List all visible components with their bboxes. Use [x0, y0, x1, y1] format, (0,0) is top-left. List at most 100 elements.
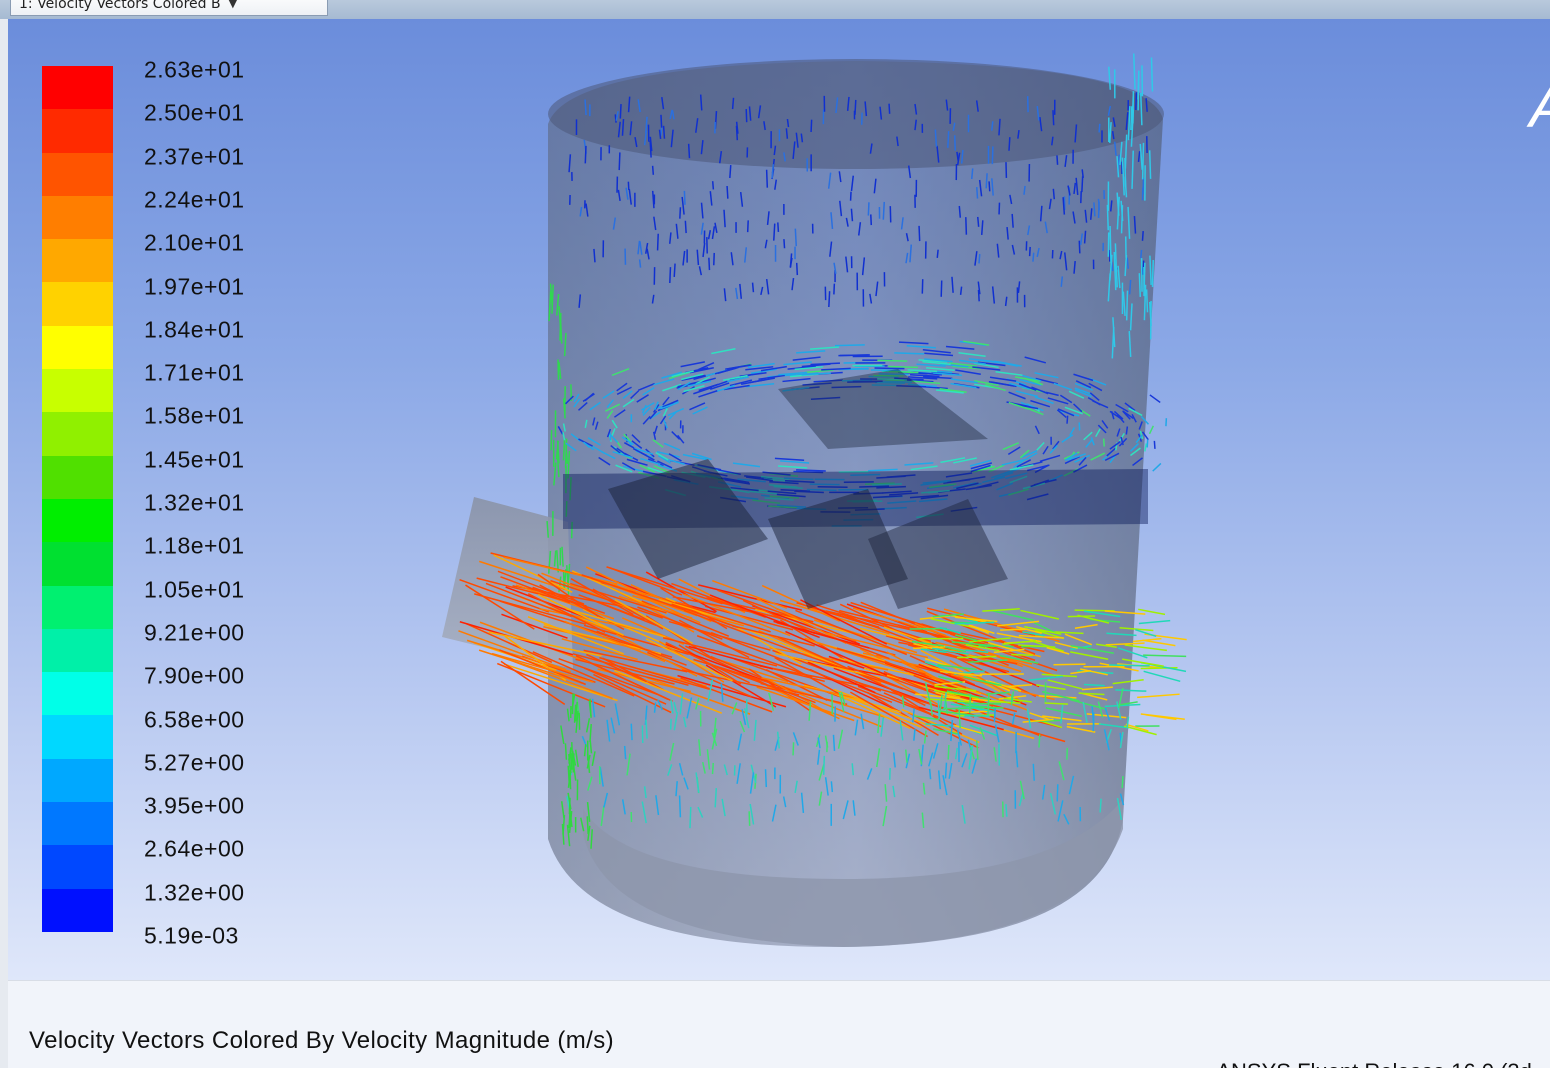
- vector-arrow: [1032, 763, 1035, 781]
- vector-arrow: [991, 146, 994, 165]
- vector-arrow: [1141, 231, 1144, 241]
- vector-arrow: [993, 708, 997, 722]
- vector-arrow: [1093, 202, 1096, 217]
- vector-arrow: [708, 257, 711, 271]
- vector-arrow: [888, 103, 891, 114]
- vector-arrow: [1150, 57, 1154, 92]
- vector-arrow: [651, 165, 655, 175]
- vector-arrow: [630, 723, 633, 741]
- vector-arrow: [687, 143, 691, 159]
- vector-arrow: [934, 129, 938, 147]
- vector-arrow: [937, 700, 940, 720]
- vector-arrow: [988, 181, 991, 192]
- vector-arrow: [1005, 803, 1008, 817]
- vector-arrow: [958, 205, 962, 218]
- legend-label: 1.97e+01: [144, 273, 245, 299]
- vector-arrow: [987, 693, 990, 716]
- vector-arrow: [586, 816, 589, 835]
- legend-label: 9.21e+00: [144, 619, 245, 646]
- color-swatch: [42, 542, 113, 586]
- vector-arrow: [684, 220, 687, 234]
- vector-arrow: [1011, 653, 1033, 656]
- plot-caption: Velocity Vectors Colored By Velocity Mag…: [29, 1027, 615, 1054]
- color-swatch: [42, 802, 113, 846]
- vector-arrow: [1102, 438, 1105, 447]
- color-legend: 2.63e+01 2.50e+01 2.37e+01 2.24e+01 2.10e+01…: [42, 57, 282, 949]
- vector-arrow: [1128, 279, 1132, 295]
- vector-arrow: [953, 135, 956, 151]
- color-swatch: [42, 282, 113, 326]
- vector-arrow: [1032, 252, 1035, 262]
- legend-label: 6.58e+00: [144, 706, 245, 732]
- vector-arrow: [689, 806, 692, 829]
- vector-arrow: [660, 114, 663, 128]
- legend-label: 2.63e+01: [144, 56, 245, 83]
- color-swatch: [42, 412, 113, 456]
- graphics-viewport[interactable]: 2.63e+01 2.50e+01 2.37e+01 2.24e+01 2.10e+01…: [8, 19, 1550, 980]
- legend-label: 5.19e-03: [144, 922, 239, 949]
- vector-arrow: [638, 259, 642, 268]
- vector-arrow: [928, 768, 932, 780]
- vector-arrow: [1137, 693, 1180, 699]
- legend-label: 1.32e+01: [144, 489, 245, 516]
- vector-arrow: [656, 233, 659, 251]
- vector-arrow: [1097, 198, 1101, 211]
- vector-arrow: [773, 223, 776, 241]
- vector-arrow: [623, 745, 627, 760]
- vector-arrow: [1052, 110, 1055, 126]
- legend-label: 2.24e+01: [144, 186, 245, 213]
- vector-arrow: [1053, 663, 1086, 666]
- vector-arrow: [1081, 169, 1084, 178]
- legend-label: 1.71e+01: [144, 359, 245, 386]
- vector-arrow: [1141, 142, 1145, 180]
- legend-label: 5.27e+00: [144, 749, 245, 776]
- vector-arrow: [1140, 249, 1143, 259]
- vector-arrow: [1148, 150, 1152, 179]
- color-swatch: [42, 195, 113, 240]
- vector-arrow: [978, 645, 1014, 648]
- vector-arrow: [828, 291, 831, 308]
- vector-arrow: [618, 152, 621, 171]
- vector-arrow: [961, 705, 987, 708]
- vector-arrow: [1052, 188, 1056, 200]
- vector-arrow: [1140, 713, 1185, 721]
- vector-arrow: [882, 201, 886, 220]
- tab-label: 1: Velocity Vectors Colored B: [19, 0, 221, 12]
- vector-arrow: [764, 769, 768, 788]
- vector-arrow: [621, 119, 625, 136]
- color-bar: [42, 66, 113, 932]
- vector-arrow: [1066, 415, 1069, 424]
- vector-arrow: [1125, 290, 1129, 321]
- vector-arrow: [1023, 185, 1026, 195]
- tab-velocity-vectors[interactable]: 1: Velocity Vectors Colored B ▼: [10, 0, 328, 16]
- legend-label: 2.50e+01: [144, 99, 245, 126]
- vector-arrow: [673, 263, 676, 277]
- vector-arrow: [959, 286, 963, 295]
- vector-arrow: [1138, 273, 1142, 297]
- vector-arrow: [584, 99, 587, 116]
- legend-label: 1.58e+01: [144, 402, 245, 429]
- vector-arrow: [559, 312, 562, 341]
- vector-arrow: [678, 795, 682, 818]
- vector-arrow: [1008, 137, 1011, 151]
- vector-arrow: [669, 267, 672, 284]
- vector-arrow: [956, 655, 997, 659]
- vector-arrow: [1078, 240, 1081, 254]
- vector-arrow: [822, 755, 826, 775]
- vector-arrow: [1125, 426, 1129, 435]
- vector-arrow: [683, 190, 686, 205]
- vector-arrow: [976, 187, 979, 199]
- chevron-down-icon[interactable]: ▼: [229, 0, 237, 10]
- color-swatch: [42, 498, 113, 543]
- vector-arrow: [1151, 259, 1155, 288]
- vector-arrow: [1135, 92, 1138, 111]
- vector-arrow: [1120, 205, 1124, 234]
- vector-arrow: [795, 262, 799, 276]
- vector-arrow: [735, 125, 739, 141]
- vector-arrow: [751, 282, 755, 293]
- vector-arrow: [1138, 619, 1171, 625]
- vector-arrow: [662, 125, 666, 139]
- color-swatch: [42, 239, 113, 283]
- legend-label: 3.95e+00: [144, 792, 245, 819]
- vector-arrow: [936, 249, 939, 258]
